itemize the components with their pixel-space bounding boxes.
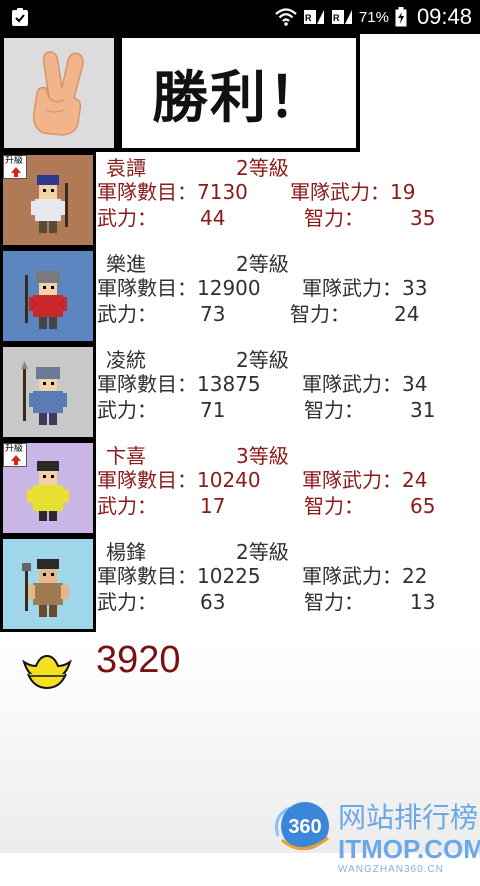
- svg-text:R: R: [333, 13, 340, 23]
- upgrade-badge: 升級: [3, 155, 27, 179]
- force-label: 武力：: [97, 302, 157, 326]
- hand-box: [0, 34, 118, 152]
- logo-text: 360: [288, 816, 321, 838]
- general-card[interactable]: 卞喜 3等級 軍隊數目：10240 軍隊武力：24 武力： 17 智力： 65: [96, 442, 480, 538]
- army-power-label: 軍隊武力：: [302, 468, 402, 492]
- battery-percent: 71%: [358, 8, 389, 26]
- up-arrow-icon: [11, 167, 21, 177]
- troops-value: 10240: [197, 468, 261, 492]
- soldier-sprite-icon: [22, 559, 69, 617]
- signal-no-service-icon: R: [303, 10, 324, 24]
- force-value: 17: [200, 494, 226, 518]
- general-card[interactable]: 楊鋒 2等級 軍隊數目：10225 軍隊武力：22 武力： 63 智力： 13: [96, 538, 480, 634]
- intellect-label: 智力：: [290, 302, 350, 326]
- troops-label: 軍隊數目：: [97, 180, 197, 204]
- troops-value: 10225: [197, 564, 261, 588]
- troops-value: 13875: [197, 372, 261, 396]
- force-value: 63: [200, 590, 226, 614]
- intellect-label: 智力：: [304, 398, 364, 422]
- general-card[interactable]: 凌統 2等級 軍隊數目：13875 軍隊武力：34 武力： 71 智力： 31: [96, 346, 480, 442]
- general-name: 袁譚: [106, 156, 146, 180]
- intellect-value: 31: [410, 398, 436, 422]
- army-power-value: 19: [390, 180, 416, 204]
- general-name: 楊鋒: [106, 540, 146, 564]
- signal-no-service-icon-2: R: [331, 10, 352, 24]
- general-portrait[interactable]: 升級: [3, 443, 93, 533]
- clock: 09:48: [416, 4, 472, 29]
- battery-charging-icon: [395, 7, 407, 27]
- intellect-label: 智力：: [304, 206, 364, 230]
- troops-label: 軍隊數目：: [97, 276, 197, 300]
- general-card[interactable]: 樂進 2等級 軍隊數目：12900 軍隊武力：33 武力： 73 智力： 24: [96, 250, 480, 346]
- scissors-hand-icon: [32, 51, 84, 136]
- general-name: 凌統: [106, 348, 146, 372]
- army-power-label: 軍隊武力：: [290, 180, 390, 204]
- force-value: 73: [200, 302, 226, 326]
- army-power-label: 軍隊武力：: [302, 372, 402, 396]
- status-bar: R R 71% 09:48: [0, 0, 480, 34]
- intellect-value: 35: [410, 206, 436, 230]
- army-power-value: 24: [402, 468, 428, 492]
- gold-ingot-icon: [22, 654, 72, 690]
- troops-label: 軍隊數目：: [97, 468, 197, 492]
- watermark-en-text: ITMOP.COM: [338, 834, 480, 864]
- watermark: 360 网站排行榜 ITMOP.COM WANGZHAN360.CN: [270, 786, 480, 886]
- 360-logo-icon: 360: [275, 802, 329, 850]
- force-label: 武力：: [97, 590, 157, 614]
- soldier-sprite-icon: [25, 271, 67, 329]
- general-portrait[interactable]: [3, 347, 93, 437]
- army-power-value: 34: [402, 372, 428, 396]
- troops-value: 7130: [197, 180, 248, 204]
- general-portrait[interactable]: [3, 251, 93, 341]
- general-level: 2等級: [236, 252, 289, 276]
- watermark-cn-text: 网站排行榜: [338, 801, 479, 834]
- intellect-value: 65: [410, 494, 436, 518]
- intellect-value: 13: [410, 590, 436, 614]
- general-portrait[interactable]: [3, 539, 93, 629]
- watermark-sub-text: WANGZHAN360.CN: [338, 864, 444, 875]
- troops-label: 軍隊數目：: [97, 564, 197, 588]
- general-level: 2等級: [236, 540, 289, 564]
- troops-value: 12900: [197, 276, 261, 300]
- result-text: 勝利！: [152, 65, 326, 131]
- force-label: 武力：: [97, 494, 157, 518]
- general-level: 2等級: [236, 348, 289, 372]
- general-level: 2等級: [236, 156, 289, 180]
- army-power-value: 33: [402, 276, 428, 300]
- svg-text:R: R: [305, 13, 312, 23]
- up-arrow-icon: [11, 455, 21, 465]
- force-value: 44: [200, 206, 226, 230]
- army-power-label: 軍隊武力：: [302, 564, 402, 588]
- result-box: 勝利！: [118, 34, 360, 152]
- troops-label: 軍隊數目：: [97, 372, 197, 396]
- force-label: 武力：: [97, 398, 157, 422]
- gold-amount: 3920: [96, 639, 181, 681]
- intellect-value: 24: [394, 302, 420, 326]
- general-name: 卞喜: [106, 444, 146, 468]
- clipboard-check-icon: [12, 8, 28, 26]
- intellect-label: 智力：: [304, 590, 364, 614]
- battle-result-screen: 勝利！ 升級 升級 袁譚 2等級 軍隊數目：7130 軍隊武力：19 武力： 4…: [0, 34, 480, 875]
- army-power-label: 軍隊武力：: [302, 276, 402, 300]
- force-label: 武力：: [97, 206, 157, 230]
- wifi-icon: [275, 8, 297, 26]
- portrait-column: 升級 升級: [0, 152, 96, 632]
- general-name: 樂進: [106, 252, 146, 276]
- general-portrait[interactable]: 升級: [3, 155, 93, 245]
- general-level: 3等級: [236, 444, 289, 468]
- soldier-sprite-icon: [21, 361, 67, 425]
- general-card[interactable]: 袁譚 2等級 軍隊數目：7130 軍隊武力：19 武力： 44 智力： 35: [96, 154, 480, 250]
- intellect-label: 智力：: [304, 494, 364, 518]
- upgrade-badge: 升級: [3, 443, 27, 467]
- force-value: 71: [200, 398, 226, 422]
- army-power-value: 22: [402, 564, 428, 588]
